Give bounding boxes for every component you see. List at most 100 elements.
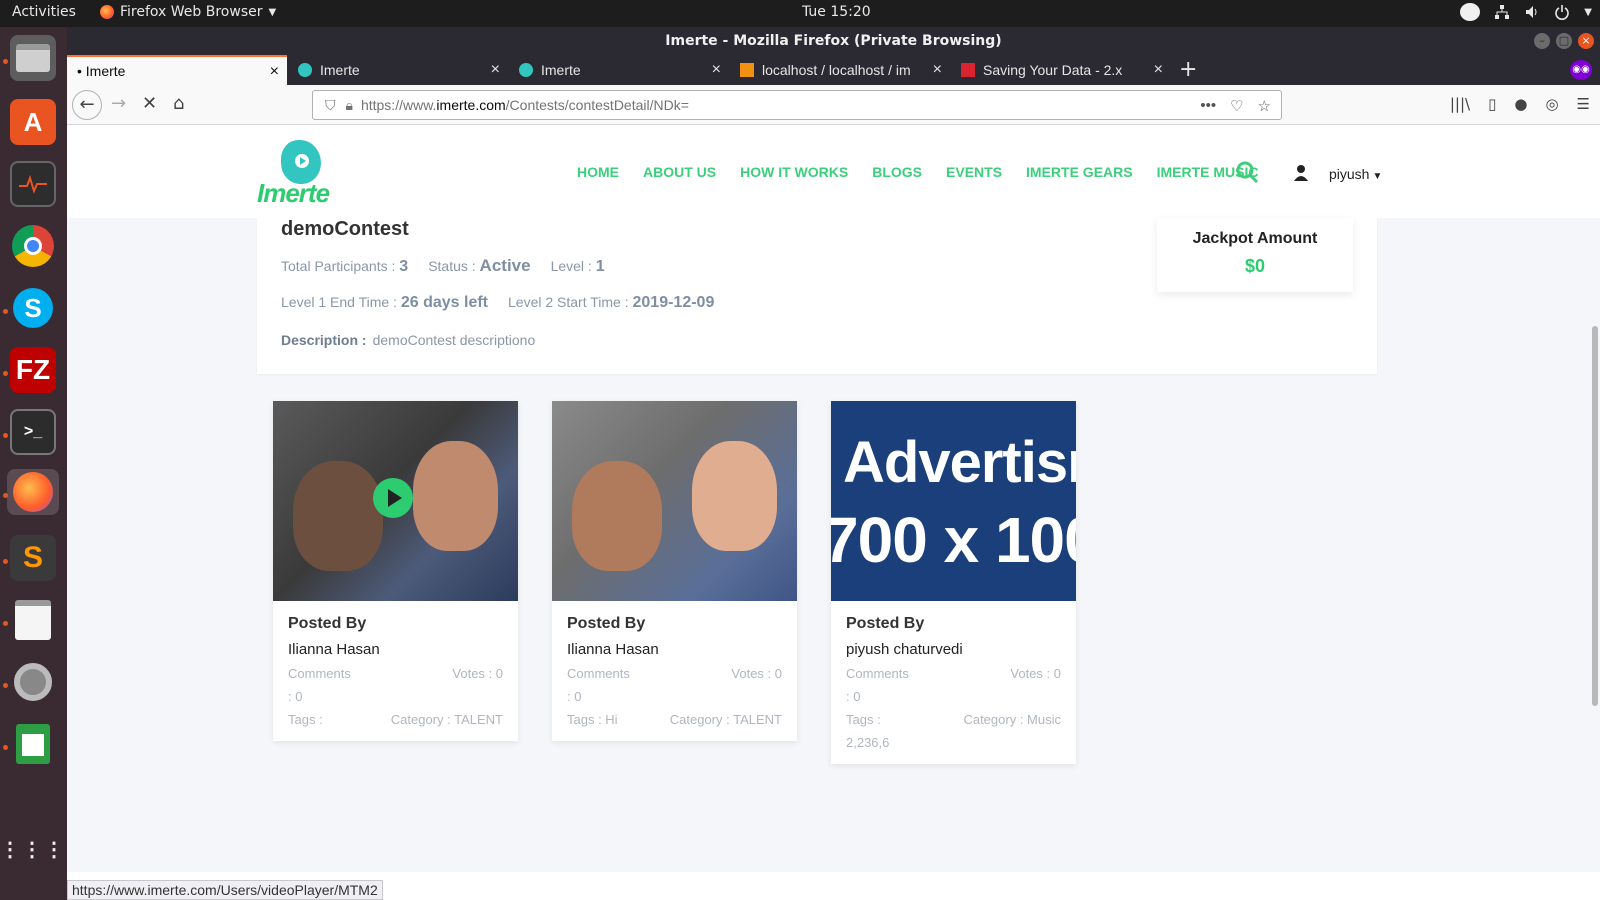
- stop-loading-button[interactable]: ✕: [142, 93, 157, 114]
- poster-name[interactable]: piyush chaturvedi: [846, 641, 1061, 658]
- maximize-button[interactable]: □: [1556, 33, 1572, 49]
- clock[interactable]: Tue 15:20: [802, 4, 871, 20]
- start-time-field: Level 2 Start Time : 2019-12-09: [508, 294, 714, 312]
- nav-blogs[interactable]: BLOGS: [872, 164, 922, 180]
- votes-count: Votes : 0: [1010, 666, 1061, 681]
- contest-info-row-1: Total Participants : 3 Status : Active L…: [281, 256, 605, 276]
- tab-imerte-2[interactable]: Imerte ×: [288, 55, 508, 85]
- tracking-shield-icon[interactable]: ⛉: [325, 97, 336, 114]
- text-editor-icon[interactable]: [10, 597, 56, 643]
- volume-icon[interactable]: [1524, 4, 1540, 20]
- video-thumbnail[interactable]: [273, 401, 518, 601]
- imerte-logo[interactable]: Imerte: [257, 140, 352, 210]
- system-tray[interactable]: ▼: [1460, 3, 1592, 21]
- dock: A S FZ >_ S ⋮⋮⋮: [0, 27, 67, 900]
- spreadsheet-icon[interactable]: [10, 721, 56, 767]
- search-icon[interactable]: [1235, 160, 1259, 184]
- phpmyadmin-favicon-icon: [740, 63, 754, 77]
- page-actions-icon[interactable]: •••: [1200, 97, 1216, 115]
- close-window-button[interactable]: ×: [1578, 33, 1594, 49]
- description-label: Description :: [281, 332, 367, 348]
- url-prefix: https://www.: [360, 97, 437, 113]
- toolbar-right: |||\ ▯ ● ◎ ☰: [1450, 95, 1590, 113]
- lock-icon[interactable]: 🔒︎: [346, 97, 353, 114]
- terminal-icon[interactable]: >_: [10, 409, 56, 455]
- firefox-dock-icon[interactable]: [7, 469, 59, 515]
- poster-name[interactable]: Ilianna Hasan: [288, 641, 503, 658]
- nav-about-us[interactable]: ABOUT US: [643, 164, 716, 180]
- thumbnail-figure: [692, 441, 777, 551]
- close-icon[interactable]: ×: [491, 61, 500, 79]
- post-meta-row: Comments Votes : 0: [846, 666, 1061, 681]
- play-icon[interactable]: [373, 478, 413, 518]
- nav-events[interactable]: EVENTS: [946, 164, 1002, 180]
- pocket-icon[interactable]: ♡: [1230, 97, 1243, 115]
- close-icon[interactable]: ×: [1154, 61, 1163, 79]
- library-icon[interactable]: |||\: [1450, 95, 1470, 113]
- network-icon[interactable]: [1494, 4, 1510, 20]
- poster-name[interactable]: Ilianna Hasan: [567, 641, 782, 658]
- votes-count: Votes : 0: [452, 666, 503, 681]
- minimize-button[interactable]: –: [1534, 33, 1550, 49]
- app-menu[interactable]: Firefox Web Browser ▼: [100, 4, 276, 20]
- comments-label[interactable]: Comments: [567, 666, 630, 681]
- window-controls: – □ ×: [1534, 33, 1594, 49]
- software-center-icon[interactable]: A: [10, 99, 56, 145]
- show-apps-icon[interactable]: ⋮⋮⋮: [0, 827, 64, 873]
- activities-button[interactable]: Activities: [12, 4, 76, 20]
- chrome-icon[interactable]: [10, 223, 56, 269]
- post-card[interactable]: Advertisr 700 x 100 Posted By piyush cha…: [831, 401, 1076, 764]
- nav-how-it-works[interactable]: HOW IT WORKS: [740, 164, 848, 180]
- files-app-icon[interactable]: [10, 35, 56, 81]
- tab-saving-data[interactable]: Saving Your Data - 2.x ×: [951, 55, 1171, 85]
- bookmark-star-icon[interactable]: ☆: [1258, 97, 1271, 115]
- start-time-label: Level 2 Start Time :: [508, 294, 629, 310]
- contest-title: demoContest: [281, 218, 409, 240]
- extension-icon[interactable]: ●: [1514, 95, 1527, 113]
- nav-home[interactable]: HOME: [577, 164, 619, 180]
- tab-phpmyadmin[interactable]: localhost / localhost / im ×: [730, 55, 950, 85]
- comments-label[interactable]: Comments: [288, 666, 351, 681]
- running-indicator: [3, 493, 8, 498]
- imerte-favicon-icon: [298, 63, 312, 77]
- sublime-text-icon[interactable]: S: [10, 535, 56, 581]
- page-scrollbar[interactable]: [1592, 326, 1598, 706]
- sidebar-icon[interactable]: ▯: [1488, 95, 1496, 113]
- system-monitor-icon[interactable]: [10, 161, 56, 207]
- comments-label[interactable]: Comments: [846, 666, 909, 681]
- advertisement-thumbnail[interactable]: Advertisr 700 x 100: [831, 401, 1076, 601]
- tab-imerte-3[interactable]: Imerte ×: [509, 55, 729, 85]
- nav-imerte-gears[interactable]: IMERTE GEARS: [1026, 164, 1133, 180]
- close-icon[interactable]: ×: [270, 63, 279, 81]
- category-label: Category : Music: [963, 712, 1061, 727]
- tab-imerte-1[interactable]: • Imerte ×: [67, 55, 287, 85]
- account-icon[interactable]: ◎: [1545, 95, 1558, 113]
- post-card[interactable]: Posted By Ilianna Hasan Comments Votes :…: [273, 401, 518, 741]
- new-tab-button[interactable]: +: [1179, 57, 1197, 82]
- filezilla-icon[interactable]: FZ: [10, 347, 56, 393]
- power-icon[interactable]: [1554, 4, 1570, 20]
- image-thumbnail[interactable]: [552, 401, 797, 601]
- tags-label: Tags : Hi: [567, 712, 618, 727]
- post-meta-row: Comments Votes : 0: [567, 666, 782, 681]
- tab-label: localhost / localhost / im: [762, 62, 911, 78]
- window-title: Imerte - Mozilla Firefox (Private Browsi…: [67, 27, 1600, 55]
- close-icon[interactable]: ×: [712, 61, 721, 79]
- private-browsing-icon: ◉◉: [1570, 60, 1592, 80]
- home-button[interactable]: ⌂: [173, 93, 184, 114]
- post-card[interactable]: Posted By Ilianna Hasan Comments Votes :…: [552, 401, 797, 741]
- menu-icon[interactable]: ☰: [1577, 95, 1590, 113]
- settings-tools-icon[interactable]: [10, 659, 56, 705]
- notification-icon[interactable]: [1460, 3, 1481, 21]
- forward-button[interactable]: →: [111, 93, 126, 114]
- running-indicator: [3, 559, 8, 564]
- close-icon[interactable]: ×: [933, 61, 942, 79]
- post-meta-row: Tags : Category : Music: [846, 712, 1061, 727]
- tags-values: 2,236,6: [846, 735, 890, 750]
- address-bar[interactable]: ⛉ 🔒︎ https://www. imerte.com /Contests/c…: [312, 90, 1282, 120]
- skype-icon[interactable]: S: [10, 285, 56, 331]
- back-button[interactable]: ←: [72, 90, 102, 120]
- user-menu[interactable]: piyush ▼: [1329, 166, 1382, 182]
- chevron-down-icon: ▼: [1584, 6, 1592, 18]
- participants-value: 3: [399, 258, 409, 275]
